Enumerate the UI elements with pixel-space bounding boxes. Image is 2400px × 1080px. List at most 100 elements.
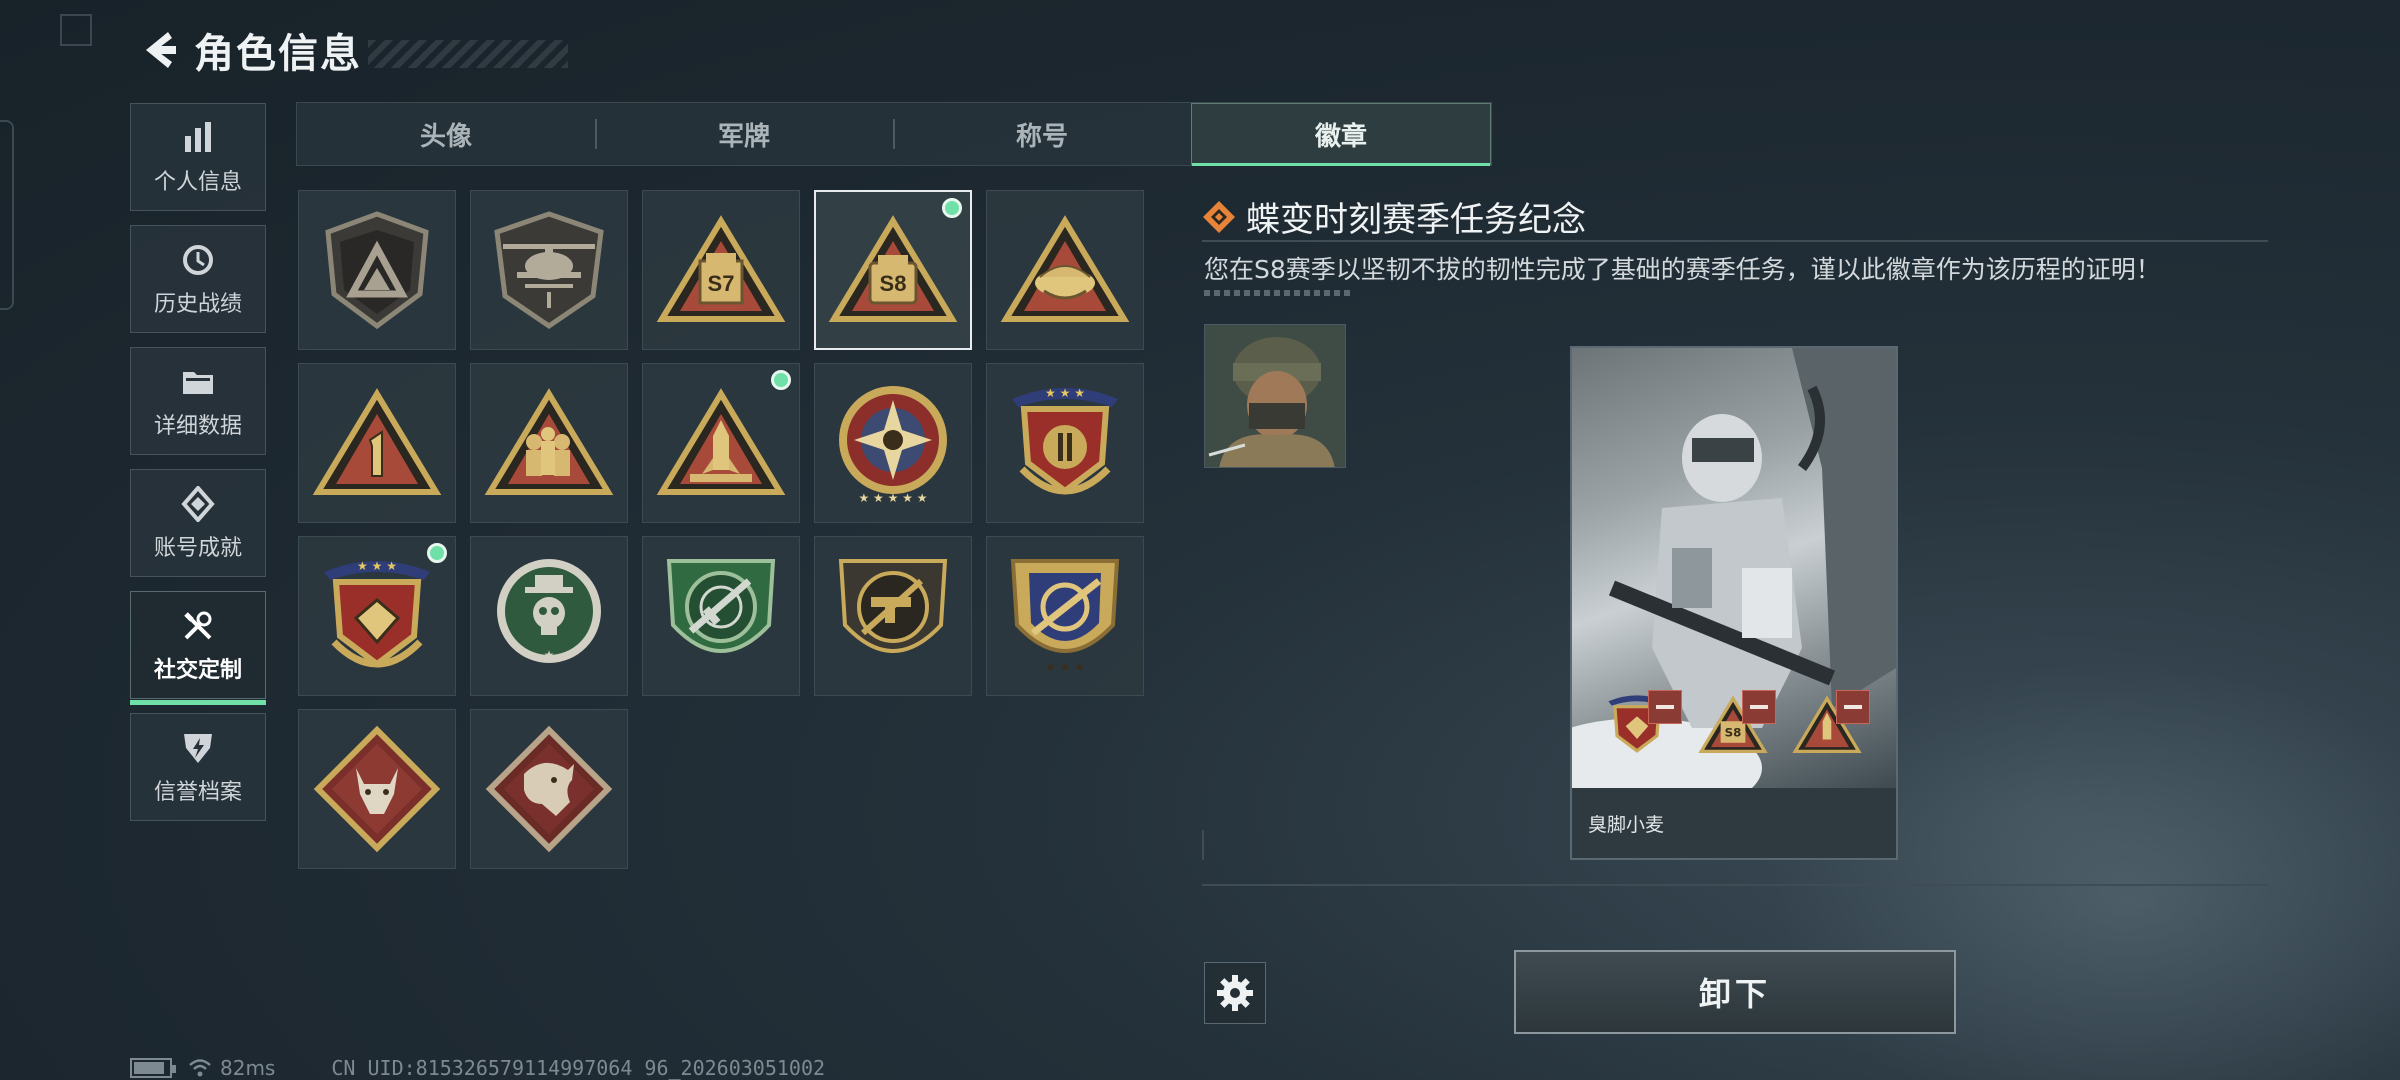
ping-value: 82ms bbox=[220, 1056, 276, 1080]
sidebar-item-detailed-data[interactable]: 详细数据 bbox=[130, 347, 266, 455]
user-uid: CN UID:815326579114997064 96_20260305100… bbox=[331, 1056, 826, 1080]
player-name: 臭脚小麦 bbox=[1588, 813, 1665, 836]
dragon-badge-icon bbox=[485, 725, 613, 853]
sidebar-item-label: 详细数据 bbox=[153, 414, 242, 439]
unequip-button[interactable]: 卸下 bbox=[1514, 950, 1956, 1034]
svg-text:★ ★ ★: ★ ★ ★ bbox=[357, 559, 397, 573]
badge-cell[interactable]: S7 bbox=[642, 190, 800, 350]
sidebar-item-label: 社交定制 bbox=[153, 658, 242, 683]
frame-tick bbox=[1202, 830, 1204, 860]
sidebar: 个人信息 历史战绩 详细数据 账号成就 社交定制 信誉档案 bbox=[130, 103, 266, 835]
player-card-preview: S8 臭脚小麦 bbox=[1570, 346, 1898, 860]
badge-cell[interactable] bbox=[642, 363, 800, 523]
badge-cell[interactable] bbox=[298, 709, 456, 869]
page-title: 角色信息 bbox=[194, 31, 362, 77]
status-bar: 82ms CN UID:815326579114997064 96_202603… bbox=[130, 1056, 825, 1080]
category-tabs: 头像 军牌 称号 徽章 bbox=[296, 102, 1492, 166]
header: 角色信息 bbox=[130, 20, 568, 80]
badge-description: 您在S8赛季以坚韧不拔的韧性完成了基础的赛季任务，谨以此徽章作为该历程的证明！ bbox=[1204, 255, 2161, 284]
badge-cell[interactable] bbox=[814, 536, 972, 696]
helicopter-badge-icon bbox=[494, 211, 604, 330]
credit-shield-icon bbox=[178, 728, 218, 768]
remove-badge-2-button[interactable] bbox=[1742, 690, 1776, 724]
svg-text:★ ★ ★ ★ ★: ★ ★ ★ ★ ★ bbox=[858, 491, 927, 505]
svg-text:S8: S8 bbox=[1725, 725, 1742, 739]
sidebar-item-achievements[interactable]: 账号成就 bbox=[130, 469, 266, 577]
badge-cell[interactable] bbox=[470, 363, 628, 523]
rifle-shield-badge-icon bbox=[666, 559, 776, 653]
tab-avatar[interactable]: 头像 bbox=[297, 103, 595, 165]
season-s8-badge-icon: S8 bbox=[828, 215, 958, 322]
remove-badge-1-button[interactable] bbox=[1648, 690, 1682, 724]
sidebar-item-label: 个人信息 bbox=[153, 170, 242, 195]
sidebar-item-label: 信誉档案 bbox=[153, 780, 242, 805]
card-name-bar: 臭脚小麦 bbox=[1572, 788, 1896, 858]
equipped-indicator bbox=[942, 198, 962, 218]
unequip-label: 卸下 bbox=[1698, 975, 1771, 1013]
badge-cell[interactable] bbox=[298, 363, 456, 523]
badge-cell[interactable]: ★ ★ ★ bbox=[298, 536, 456, 696]
back-button[interactable] bbox=[130, 22, 186, 78]
description-decoration bbox=[1204, 290, 1352, 296]
folder-icon bbox=[178, 362, 218, 402]
star-emblem-badge-icon: ★ ★ ★ ★ ★ bbox=[839, 386, 947, 505]
card-artwork: S8 bbox=[1572, 348, 1896, 818]
sidebar-item-credit[interactable]: 信誉档案 bbox=[130, 713, 266, 821]
equipped-indicator bbox=[771, 370, 791, 390]
nest-badge-icon bbox=[1000, 215, 1130, 322]
crest-badge-icon: ★ ★ ★ bbox=[1012, 386, 1118, 495]
divider bbox=[1202, 240, 2268, 242]
pistol-shield-badge-icon bbox=[838, 559, 948, 653]
wolf-badge-icon bbox=[313, 725, 441, 853]
sidebar-item-label: 历史战绩 bbox=[153, 292, 242, 317]
remove-badge-3-button[interactable] bbox=[1836, 690, 1870, 724]
player-avatar[interactable] bbox=[1204, 324, 1346, 468]
gem-crest-badge-icon: ★ ★ ★ bbox=[324, 559, 430, 668]
battery-icon bbox=[130, 1058, 176, 1078]
svg-text:S7: S7 bbox=[708, 271, 735, 296]
tab-badge[interactable]: 徽章 bbox=[1191, 103, 1491, 166]
diamond-icon bbox=[1203, 200, 1235, 233]
back-arrow-icon bbox=[146, 32, 176, 68]
equipped-indicator bbox=[427, 543, 447, 563]
sidebar-item-history[interactable]: 历史战绩 bbox=[130, 225, 266, 333]
soldier-portrait bbox=[1205, 325, 1345, 467]
badge-cell-selected[interactable]: S8 bbox=[814, 190, 972, 350]
badge-cell[interactable] bbox=[986, 190, 1144, 350]
badge-cell[interactable] bbox=[470, 190, 628, 350]
sidebar-item-label: 账号成就 bbox=[153, 536, 242, 561]
wifi-icon bbox=[189, 1059, 211, 1077]
soldiers-badge-icon bbox=[484, 388, 614, 495]
badge-cell[interactable] bbox=[298, 190, 456, 350]
corner-frame bbox=[60, 14, 92, 46]
side-drawer-handle[interactable] bbox=[0, 120, 14, 310]
badge-cell[interactable]: ★ ★ ★ bbox=[986, 363, 1144, 523]
wrench-icon bbox=[178, 606, 218, 646]
badge-cell[interactable] bbox=[642, 536, 800, 696]
title-decoration bbox=[368, 40, 568, 68]
skull-badge-icon: ★ bbox=[497, 559, 601, 663]
tab-dog-tag[interactable]: 军牌 bbox=[595, 103, 893, 165]
divider bbox=[1202, 884, 2268, 886]
rocket-badge-icon bbox=[656, 388, 786, 495]
settings-button[interactable] bbox=[1204, 962, 1266, 1024]
achievement-icon bbox=[178, 484, 218, 524]
sidebar-item-social-custom[interactable]: 社交定制 bbox=[130, 591, 266, 705]
badge-detail-header: 蝶变时刻赛季任务纪念 bbox=[1202, 192, 1586, 241]
gear-icon bbox=[1217, 975, 1253, 1011]
svg-text:★: ★ bbox=[544, 648, 555, 662]
history-icon bbox=[178, 240, 218, 280]
badge-cell[interactable]: ★ ★ ★ ★ ★ bbox=[814, 363, 972, 523]
sniper-shield-badge-icon: ★ ★ ★ bbox=[1010, 559, 1120, 674]
sidebar-item-personal-info[interactable]: 个人信息 bbox=[130, 103, 266, 211]
badge-cell[interactable] bbox=[470, 709, 628, 869]
badge-title: 蝶变时刻赛季任务纪念 bbox=[1246, 200, 1586, 240]
svg-text:★ ★ ★: ★ ★ ★ bbox=[1045, 660, 1085, 674]
shield-badge-icon bbox=[325, 211, 429, 330]
badge-cell[interactable]: ★ ★ ★ bbox=[986, 536, 1144, 696]
badge-cell[interactable]: ★ bbox=[470, 536, 628, 696]
season-s7-badge-icon: S7 bbox=[656, 215, 786, 322]
rank-one-badge-icon bbox=[312, 388, 442, 495]
svg-text:★ ★ ★: ★ ★ ★ bbox=[1045, 386, 1085, 400]
tab-title[interactable]: 称号 bbox=[893, 103, 1191, 165]
